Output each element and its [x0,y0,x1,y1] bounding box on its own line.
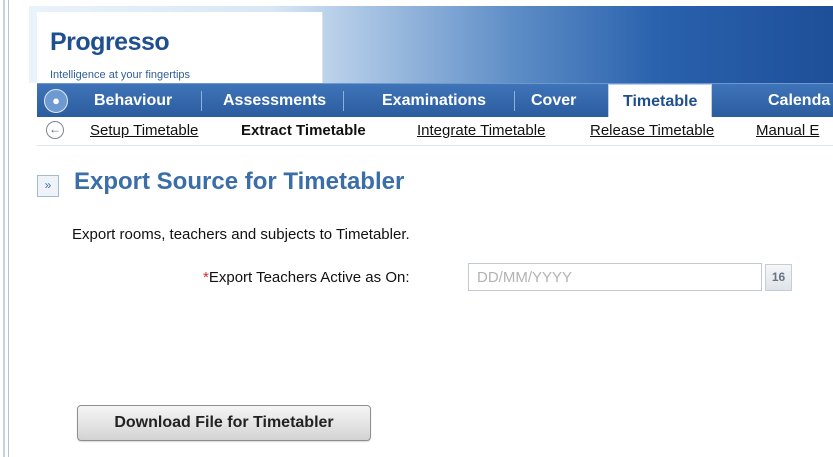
app-logo: Progresso [50,28,170,56]
app-shell: Progresso Intelligence at your fingertip… [29,0,833,457]
tab-separator [514,91,515,111]
left-frame-rule [0,0,9,457]
tab-cover[interactable]: Cover [531,84,576,117]
tab-separator [343,91,344,111]
subnav-integrate-timetable[interactable]: Integrate Timetable [417,122,545,139]
tab-examinations[interactable]: Examinations [382,84,515,117]
tab-behaviour[interactable]: Behaviour [94,84,202,117]
tab-timetable[interactable]: Timetable [608,84,713,118]
teachers-date-label: *Export Teachers Active as On: [203,269,410,286]
back-arrow-icon[interactable]: ← [46,121,64,139]
main-tab-bar: ● Behaviour Assessments Examinations Cov… [37,83,833,118]
page-title: Export Source for Timetabler [74,168,405,195]
tab-assessments[interactable]: Assessments [223,84,344,117]
header-banner: Progresso Intelligence at your fingertip… [29,6,833,89]
tab-separator [201,91,202,111]
calendar-icon[interactable]: 16 [765,264,792,291]
logo-area: Progresso Intelligence at your fingertip… [37,12,323,89]
subnav-release-timetable[interactable]: Release Timetable [590,122,714,139]
subnav-extract-timetable[interactable]: Extract Timetable [241,122,366,139]
sub-navigation: ← Setup Timetable Extract Timetable Inte… [37,117,833,146]
subnav-manual[interactable]: Manual E [756,122,819,139]
home-icon[interactable]: ● [44,89,68,113]
subnav-setup-timetable[interactable]: Setup Timetable [90,122,198,139]
teachers-active-date-input[interactable] [468,263,762,291]
tab-calendar[interactable]: Calenda [768,84,830,117]
page-description: Export rooms, teachers and subjects to T… [72,226,410,243]
app-tagline: Intelligence at your fingertips [50,69,191,81]
collapse-panel-icon[interactable]: » [37,175,59,197]
download-file-button[interactable]: Download File for Timetabler [77,405,371,441]
